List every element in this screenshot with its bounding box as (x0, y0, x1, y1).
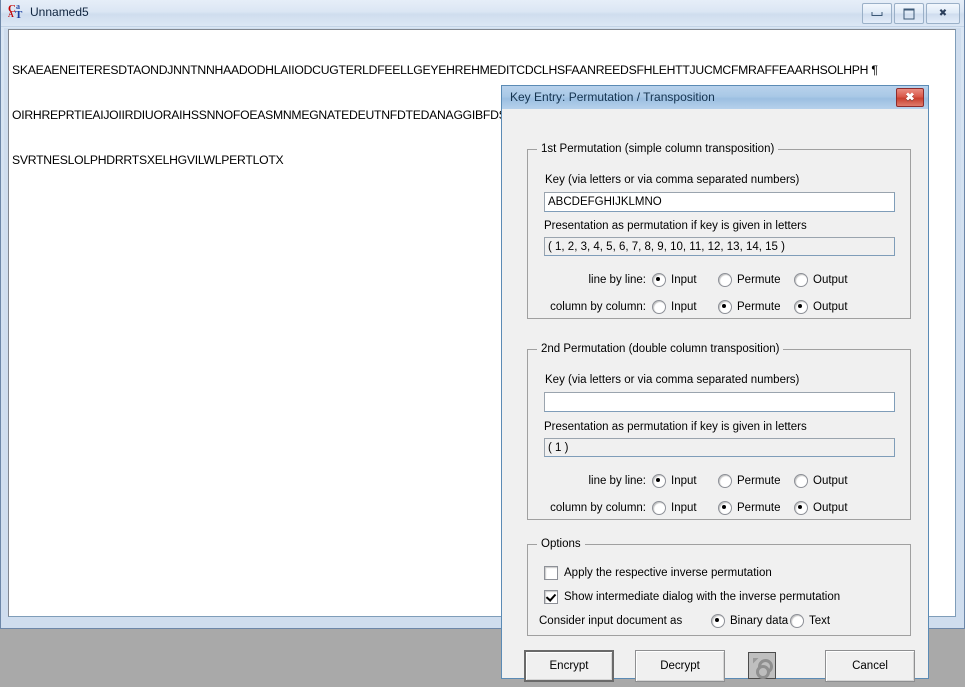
second-column-input-radio[interactable]: Input (652, 501, 697, 515)
dialog-body: 1st Permutation (simple column transposi… (502, 109, 928, 682)
window-titlebar: C a A T Unnamed5 ✖ (1, 0, 964, 27)
radio-dot-icon (652, 300, 666, 314)
radio-dot-icon (652, 501, 666, 515)
consider-input-label: Consider input document as (539, 615, 683, 627)
first-key-input[interactable] (544, 192, 895, 212)
close-icon: ✖ (938, 7, 948, 19)
document-line: SKAEAENEITERESDTAONDJNNTNNHAADODHLAIIODC… (12, 63, 878, 77)
second-column-output-radio[interactable]: Output (794, 501, 848, 515)
close-button[interactable]: ✖ (926, 3, 960, 24)
key-icon (752, 657, 773, 679)
show-intermediate-dialog-label: Show intermediate dialog with the invers… (564, 591, 841, 603)
radio-dot-icon (794, 300, 808, 314)
window-controls: ✖ (862, 3, 960, 24)
first-presentation-display (544, 237, 895, 256)
radio-label: Output (813, 274, 848, 286)
radio-dot-icon (652, 474, 666, 488)
key-entry-dialog: Key Entry: Permutation / Transposition ✖… (501, 85, 929, 682)
options-group: Options Apply the respective inverse per… (527, 538, 911, 636)
radio-label: Output (813, 502, 848, 514)
second-key-label: Key (via letters or via comma separated … (545, 374, 800, 386)
apply-inverse-permutation-label: Apply the respective inverse permutation (564, 567, 772, 579)
radio-dot-icon (718, 273, 732, 287)
radio-label: Input (671, 502, 697, 514)
radio-label: Output (813, 475, 848, 487)
radio-label: Input (671, 301, 697, 313)
options-legend: Options (537, 538, 585, 550)
dialog-close-button[interactable]: ✖ (896, 88, 924, 107)
minimize-button[interactable] (862, 3, 892, 24)
second-key-input[interactable] (544, 392, 895, 412)
radio-label: Permute (737, 301, 781, 313)
cancel-button[interactable]: Cancel (825, 650, 915, 682)
desktop-background: C a A T Unnamed5 ✖ SKAEAENEITERESDTAONDJ… (0, 0, 965, 687)
radio-label: Input (671, 274, 697, 286)
first-column-input-radio[interactable]: Input (652, 300, 697, 314)
radio-label: Binary data (730, 615, 789, 627)
radio-dot-icon (718, 474, 732, 488)
encrypt-button[interactable]: Encrypt (524, 650, 614, 682)
radio-dot-icon (794, 273, 808, 287)
radio-dot-icon (711, 614, 725, 628)
second-line-output-radio[interactable]: Output (794, 474, 848, 488)
first-line-by-line-label: line by line: (588, 274, 646, 286)
show-intermediate-dialog-checkbox[interactable]: Show intermediate dialog with the invers… (544, 590, 840, 604)
first-column-output-radio[interactable]: Output (794, 300, 848, 314)
first-line-input-radio[interactable]: Input (652, 273, 697, 287)
maximize-icon (903, 8, 915, 19)
first-permutation-group: 1st Permutation (simple column transposi… (527, 143, 911, 319)
dialog-title: Key Entry: Permutation / Transposition (510, 90, 715, 104)
first-line-output-radio[interactable]: Output (794, 273, 848, 287)
second-line-permute-radio[interactable]: Permute (718, 474, 780, 488)
first-column-by-column-label: column by column: (550, 301, 646, 313)
checkbox-icon (544, 590, 558, 604)
first-key-label: Key (via letters or via comma separated … (545, 174, 800, 186)
radio-dot-icon (794, 501, 808, 515)
decrypt-button[interactable]: Decrypt (635, 650, 725, 682)
second-permutation-group: 2nd Permutation (double column transposi… (527, 343, 911, 520)
radio-dot-icon (794, 474, 808, 488)
radio-label: Permute (737, 274, 781, 286)
second-presentation-label: Presentation as permutation if key is gi… (544, 421, 807, 433)
radio-dot-icon (790, 614, 804, 628)
cryptool-icon: C a A T (8, 2, 23, 21)
minimize-icon (871, 11, 883, 16)
second-presentation-display (544, 438, 895, 457)
second-permutation-legend: 2nd Permutation (double column transposi… (537, 343, 784, 355)
radio-label: Input (671, 475, 697, 487)
maximize-button[interactable] (894, 3, 924, 24)
first-permutation-legend: 1st Permutation (simple column transposi… (537, 143, 779, 155)
checkbox-icon (544, 566, 558, 580)
radio-label: Permute (737, 475, 781, 487)
apply-inverse-permutation-checkbox[interactable]: Apply the respective inverse permutation (544, 566, 772, 580)
window-title: Unnamed5 (30, 5, 89, 19)
first-presentation-label: Presentation as permutation if key is gi… (544, 220, 807, 232)
radio-dot-icon (718, 300, 732, 314)
second-column-by-column-label: column by column: (550, 502, 646, 514)
second-line-by-line-label: line by line: (588, 475, 646, 487)
consider-text-radio[interactable]: Text (790, 614, 830, 628)
second-line-input-radio[interactable]: Input (652, 474, 697, 488)
first-column-permute-radio[interactable]: Permute (718, 300, 780, 314)
radio-dot-icon (718, 501, 732, 515)
first-line-permute-radio[interactable]: Permute (718, 273, 780, 287)
consider-binary-radio[interactable]: Binary data (711, 614, 788, 628)
radio-label: Output (813, 301, 848, 313)
radio-label: Text (809, 615, 831, 627)
key-help-button[interactable] (748, 652, 776, 679)
close-icon: ✖ (905, 91, 915, 103)
dialog-titlebar: Key Entry: Permutation / Transposition ✖ (502, 86, 928, 110)
radio-dot-icon (652, 273, 666, 287)
radio-label: Permute (737, 502, 781, 514)
second-column-permute-radio[interactable]: Permute (718, 501, 780, 515)
